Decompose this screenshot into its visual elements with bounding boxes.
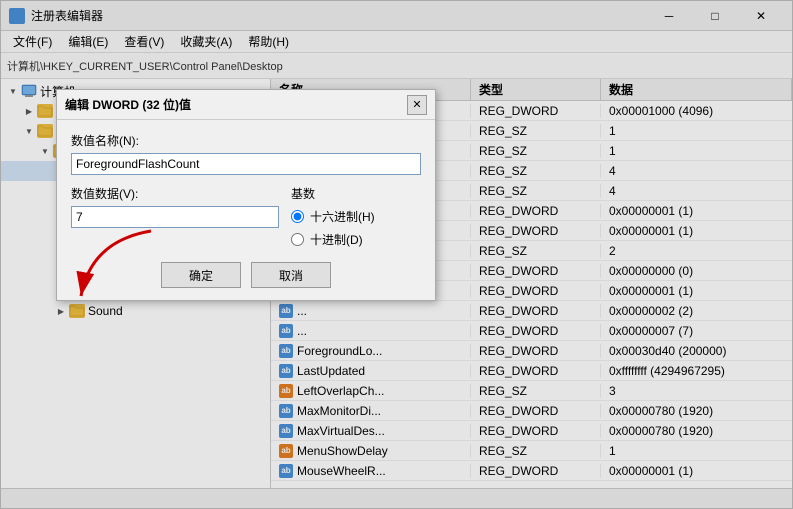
data-input[interactable] (71, 206, 279, 228)
name-input[interactable] (71, 153, 421, 175)
radio-hex-label[interactable]: 十六进制(H) (291, 208, 421, 225)
dialog-title: 编辑 DWORD (32 位)值 (65, 96, 191, 113)
radio-dec[interactable] (291, 233, 304, 246)
main-window: 注册表编辑器 ─ □ ✕ 文件(F) 编辑(E) 查看(V) 收藏夹(A) 帮助… (0, 0, 793, 509)
base-section: 基数 十六进制(H) 十进制(D) (291, 185, 421, 248)
edit-dword-dialog: 编辑 DWORD (32 位)值 ✕ 数值名称(N): 数值数据(V): 基数 (56, 89, 436, 301)
dialog-buttons: 确定 取消 (71, 262, 421, 288)
radio-dec-label[interactable]: 十进制(D) (291, 231, 421, 248)
radio-group: 十六进制(H) 十进制(D) (291, 208, 421, 248)
dialog-close-button[interactable]: ✕ (407, 95, 427, 115)
dialog-title-bar: 编辑 DWORD (32 位)值 ✕ (57, 90, 435, 120)
value-section: 数值数据(V): (71, 185, 279, 228)
base-label: 基数 (291, 185, 421, 202)
dialog-row: 数值数据(V): 基数 十六进制(H) 十进制(D) (71, 185, 421, 248)
data-label: 数值数据(V): (71, 185, 279, 202)
radio-hex[interactable] (291, 210, 304, 223)
radio-hex-text: 十六进制(H) (310, 208, 375, 225)
dialog-body: 数值名称(N): 数值数据(V): 基数 十六进制(H) (57, 120, 435, 300)
name-label: 数值名称(N): (71, 132, 421, 149)
cancel-button[interactable]: 取消 (251, 262, 331, 288)
ok-button[interactable]: 确定 (161, 262, 241, 288)
dialog-overlay: 编辑 DWORD (32 位)值 ✕ 数值名称(N): 数值数据(V): 基数 (1, 1, 792, 508)
radio-dec-text: 十进制(D) (310, 231, 363, 248)
